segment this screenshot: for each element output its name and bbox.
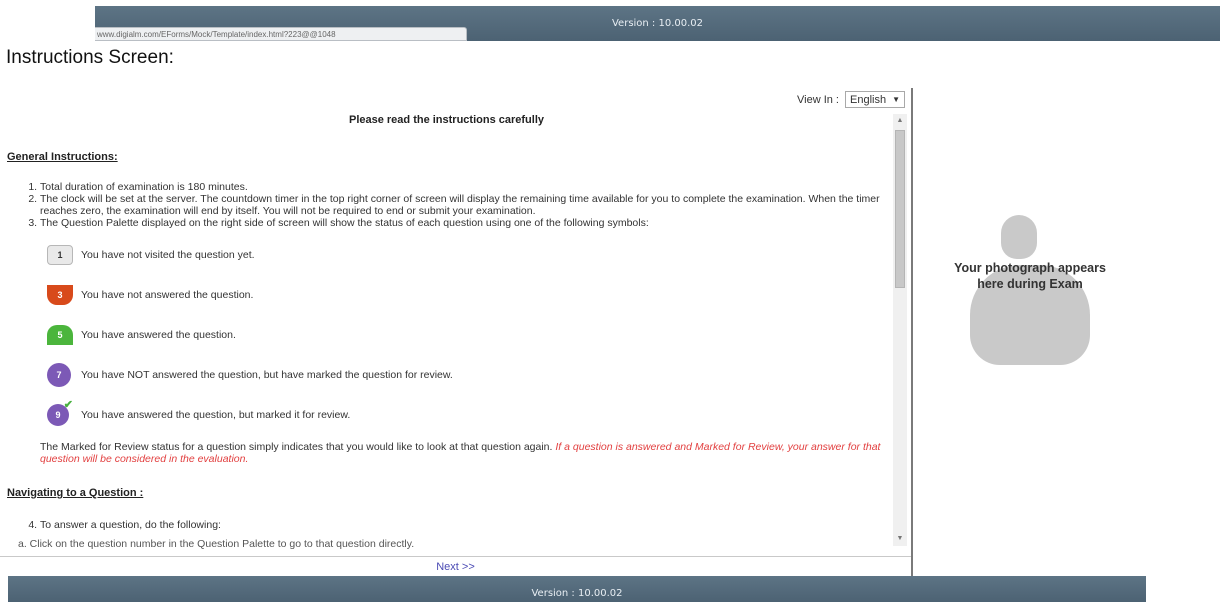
language-select-value: English (850, 93, 887, 106)
not-answered-icon: 3 (47, 285, 73, 305)
navigating-list: To answer a question, do the following: (40, 519, 893, 532)
list-item: The clock will be set at the server. The… (40, 193, 893, 217)
checkmark-icon: ✔ (63, 399, 73, 411)
review-note-text: The Marked for Review status for a quest… (40, 441, 553, 453)
navigating-heading: Navigating to a Question : (7, 487, 144, 499)
footer-bar: Version : 10.00.02 (8, 576, 1146, 602)
scroll-up-icon[interactable]: ▲ (893, 114, 907, 128)
answered-and-marked-icon: 9 ✔ (47, 399, 73, 426)
legend-text: You have NOT answered the question, but … (81, 369, 453, 381)
footer-version: Version : 10.00.02 (531, 588, 623, 599)
review-note: The Marked for Review status for a quest… (40, 441, 893, 465)
language-select[interactable]: English ▼ (845, 91, 905, 108)
instructions-title: Please read the instructions carefully (348, 114, 545, 126)
legend-text: You have answered the question, but mark… (81, 409, 351, 421)
candidate-photo-placeholder: Your photograph appears here during Exam (940, 215, 1106, 375)
legend-row-answered-and-marked: 9 ✔ You have answered the question, but … (47, 395, 893, 435)
answered-icon: 5 (47, 325, 73, 345)
avatar-head-icon (1001, 215, 1037, 259)
legend-text: You have not visited the question yet. (81, 249, 255, 261)
answered-and-marked-number: 9 (55, 410, 61, 420)
scroll-thumb[interactable] (895, 130, 905, 288)
legend-row-not-answered: 3 You have not answered the question. (47, 275, 893, 315)
legend-row-marked-for-review: 7 You have NOT answered the question, bu… (47, 355, 893, 395)
legend-text: You have answered the question. (81, 329, 236, 341)
instructions-content: Please read the instructions carefully G… (0, 110, 893, 550)
view-in-control: View In : English ▼ (797, 91, 905, 108)
status-legend: 1 You have not visited the question yet.… (47, 235, 893, 435)
navigating-subitem: a. Click on the question number in the Q… (18, 538, 415, 550)
legend-text: You have not answered the question. (81, 289, 254, 301)
instructions-panel: View In : English ▼ Please read the inst… (0, 88, 913, 576)
instructions-scrollbar[interactable]: ▲ ▼ (893, 114, 907, 546)
list-item: Total duration of examination is 180 min… (40, 181, 893, 193)
page-title: Instructions Screen: (6, 47, 174, 68)
legend-row-answered: 5 You have answered the question. (47, 315, 893, 355)
dropdown-arrow-icon: ▼ (892, 95, 900, 104)
photo-caption: Your photograph appears here during Exam (954, 261, 1106, 291)
not-visited-icon: 1 (47, 245, 73, 265)
general-instructions-heading: General Instructions: (7, 151, 118, 163)
scroll-down-icon[interactable]: ▼ (893, 532, 907, 546)
url-tooltip: www.digialm.com/EForms/Mock/Template/ind… (95, 27, 467, 41)
next-link[interactable]: Next >> (436, 561, 475, 573)
list-item: The Question Palette displayed on the ri… (40, 217, 893, 229)
legend-row-not-visited: 1 You have not visited the question yet. (47, 235, 893, 275)
marked-for-review-icon: 7 (47, 363, 71, 387)
next-bar: Next >> (0, 556, 911, 573)
list-item: To answer a question, do the following: (40, 519, 893, 532)
general-instructions-list: Total duration of examination is 180 min… (40, 181, 893, 229)
view-in-label: View In : (797, 93, 839, 106)
